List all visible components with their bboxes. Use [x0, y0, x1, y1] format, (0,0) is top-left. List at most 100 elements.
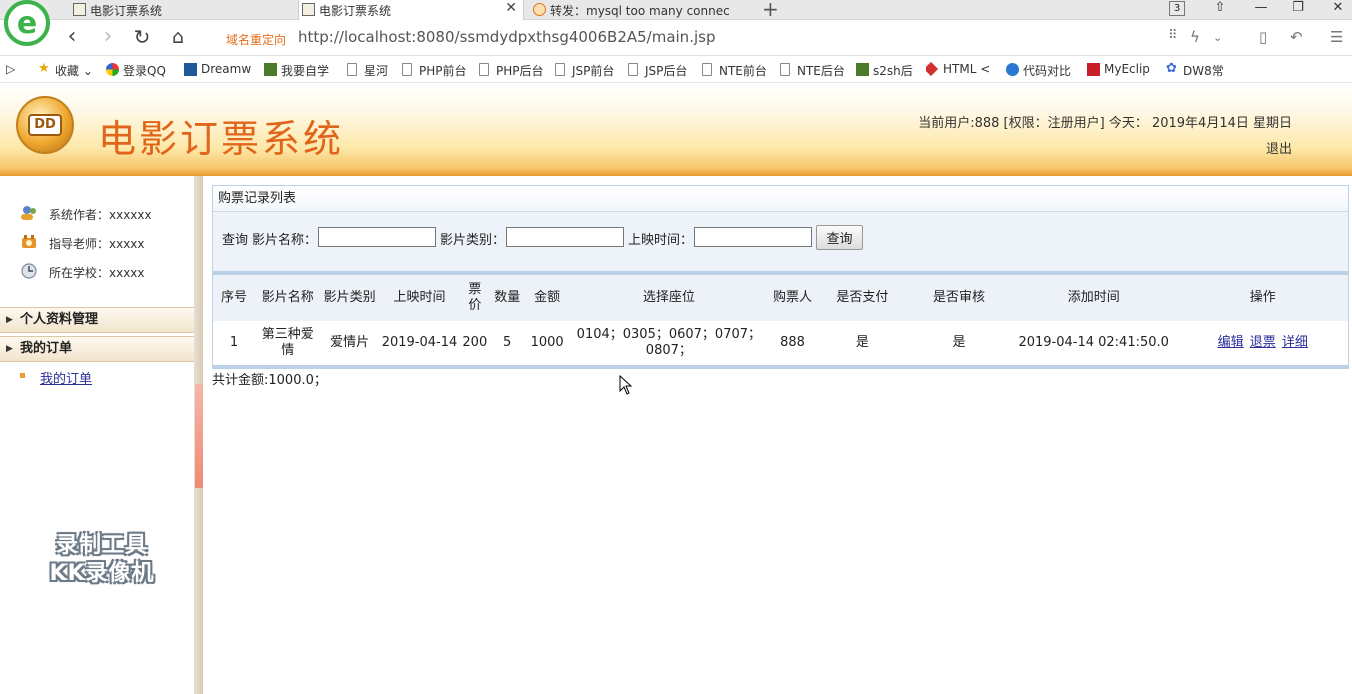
page-title: 电影订票系统 [98, 117, 345, 161]
grid-icon[interactable]: ⠿ [1168, 28, 1178, 43]
bookmark-label: 我要自学 [281, 64, 330, 78]
browser-tab-2[interactable]: 电影订票系统 ✕ [298, 0, 524, 21]
column-header: 金额 [534, 290, 561, 305]
bookmark-code-compare[interactable]: 代码对比 [1006, 62, 1078, 79]
triangle-right-icon: ▶ [6, 344, 13, 354]
back-icon[interactable]: ‹ [60, 25, 84, 51]
bookmark-label: MyEclip [1104, 62, 1150, 76]
bookmark-label: PHP前台 [419, 64, 467, 78]
bookmark-dreamweaver[interactable]: Dreamw [184, 62, 254, 76]
bookmark-favorites[interactable]: ★ 收藏 ⌄ [38, 61, 93, 79]
bookmark-jsp-back[interactable]: JSP后台 [628, 62, 687, 79]
bookmark-label: HTML < [943, 62, 991, 76]
sidebar-section-profile[interactable]: ▶ 个人资料管理 [0, 307, 194, 333]
bookmarks-bar: ▷ ★ 收藏 ⌄ 登录QQ Dreamw 我要自学 星河 PHP前台 PHP后台 … [0, 57, 1352, 83]
column-header: 操作 [1249, 290, 1276, 305]
new-tab-icon[interactable]: + [762, 0, 779, 21]
panel-title: 购票记录列表 [213, 186, 1348, 212]
bookmark-xinghe[interactable]: 星河 [347, 62, 388, 79]
cell-index: 1 [229, 335, 239, 350]
page-icon [555, 63, 565, 76]
undo-icon[interactable]: ↶ [1290, 28, 1303, 46]
page-icon [479, 63, 489, 76]
page-icon [73, 3, 86, 16]
bookmark-php-back[interactable]: PHP后台 [479, 62, 544, 79]
page-icon [347, 63, 357, 76]
edit-link[interactable]: 编辑 [1218, 335, 1244, 350]
close-tab-icon[interactable]: ✕ [505, 0, 517, 16]
chevron-down-icon[interactable]: ⌄ [1213, 31, 1222, 44]
bookmark-html[interactable]: HTML < [926, 62, 996, 76]
cell-amount: 1000 [530, 335, 564, 350]
html-icon [926, 62, 939, 76]
sidebar-section-orders[interactable]: ▶ 我的订单 [0, 336, 194, 362]
movie-type-input[interactable] [506, 227, 624, 247]
release-time-input[interactable] [694, 227, 812, 247]
sidebar-toggle-icon[interactable]: ▷ [6, 62, 15, 76]
bookmark-jsp-front[interactable]: JSP前台 [555, 62, 614, 79]
column-header: 数量 [494, 290, 521, 305]
image-icon [856, 63, 869, 76]
window-close-icon[interactable]: ✕ [1328, 0, 1348, 15]
user-info: 当前用户:888 [权限：注册用户] 今天： 2019年4月14日 星期日 [918, 116, 1292, 131]
image-icon [264, 63, 277, 76]
table-header-row: 序号 影片名称 影片类别 上映时间 票价 数量 金额 选择座位 购票人 是否支付… [213, 275, 1348, 321]
triangle-right-icon: ▶ [6, 315, 13, 325]
column-header: 选择座位 [642, 290, 695, 305]
school-icon [20, 263, 38, 279]
menu-icon[interactable]: ☰ [1330, 28, 1343, 46]
movie-name-input[interactable] [318, 227, 436, 247]
total-amount: 共计金额:1000.0； [212, 373, 327, 388]
bookmark-dw8[interactable]: ✿ DW8常 [1166, 62, 1228, 79]
column-header: 添加时间 [1067, 290, 1120, 305]
lightning-icon[interactable]: ϟ [1190, 28, 1200, 46]
bookmark-self-study[interactable]: 我要自学 [264, 62, 334, 79]
page-icon [402, 63, 412, 76]
author-label: 系统作者：xxxxxx [49, 208, 152, 222]
restore-icon[interactable]: ❐ [1288, 0, 1308, 15]
bookmark-s2sh[interactable]: s2sh后 [856, 62, 914, 79]
minimize-icon[interactable]: — [1251, 0, 1271, 15]
watermark-line: 录制工具 [55, 533, 148, 558]
sidebar-item-my-orders[interactable]: 我的订单 [20, 368, 92, 387]
refund-link[interactable]: 退票 [1250, 335, 1276, 350]
column-header: 序号 [220, 290, 247, 305]
dreamweaver-icon [184, 63, 197, 76]
browser-tab-bar: e 电影订票系统 电影订票系统 ✕ 转发：mysql too many conn… [0, 0, 1352, 46]
sidebar-item-label: 我的订单 [40, 372, 93, 387]
shirt-icon[interactable]: ⇧ [1210, 0, 1230, 15]
browser-tab-3[interactable]: 转发：mysql too many connec [530, 0, 738, 20]
bookmark-qq[interactable]: 登录QQ [106, 62, 176, 79]
bookmark-php-front[interactable]: PHP前台 [402, 62, 467, 79]
bullet-icon [20, 373, 25, 378]
browser-tab-label: 电影订票系统 [319, 4, 392, 18]
column-header: 影片名称 [261, 290, 314, 305]
home-icon[interactable]: ⌂ [166, 25, 190, 51]
bookmark-label: PHP后台 [496, 64, 544, 78]
browser-tab-1[interactable]: 电影订票系统 [70, 0, 294, 20]
section-label: 我的订单 [20, 341, 73, 356]
page-icon [702, 63, 712, 76]
mouse-cursor-icon [619, 375, 633, 395]
compare-icon [1006, 63, 1019, 76]
page-icon [302, 3, 315, 16]
logout-link[interactable]: 退出 [1266, 138, 1292, 157]
tab-count-badge[interactable]: 3 [1169, 1, 1185, 16]
bookmark-nte-front[interactable]: NTE前台 [702, 62, 767, 79]
search-button[interactable]: 查询 [816, 225, 863, 250]
bookmark-label: NTE后台 [797, 64, 845, 78]
author-info: 系统作者：xxxxxx [20, 206, 152, 223]
bookmark-nte-back[interactable]: NTE后台 [780, 62, 845, 79]
page-icon [628, 63, 638, 76]
column-header: 上映时间 [393, 290, 446, 305]
movie-type-label: 影片类别： [440, 233, 506, 248]
forward-icon[interactable]: › [96, 25, 120, 51]
bookmark-myeclipse[interactable]: MyEclip [1087, 62, 1155, 76]
detail-link[interactable]: 详细 [1282, 335, 1308, 350]
url-input[interactable]: http://localhost:8080/ssmdydpxthsg4006B2… [298, 28, 715, 46]
refresh-icon[interactable]: ↻ [130, 25, 154, 51]
cell-price: 200 [462, 335, 488, 350]
bookmark-icon[interactable]: ▯ [1259, 28, 1267, 46]
cell-added-time: 2019-04-14 02:41:50.0 [1018, 335, 1169, 350]
recorder-watermark: 录制工具 KK录像机 [32, 532, 172, 588]
